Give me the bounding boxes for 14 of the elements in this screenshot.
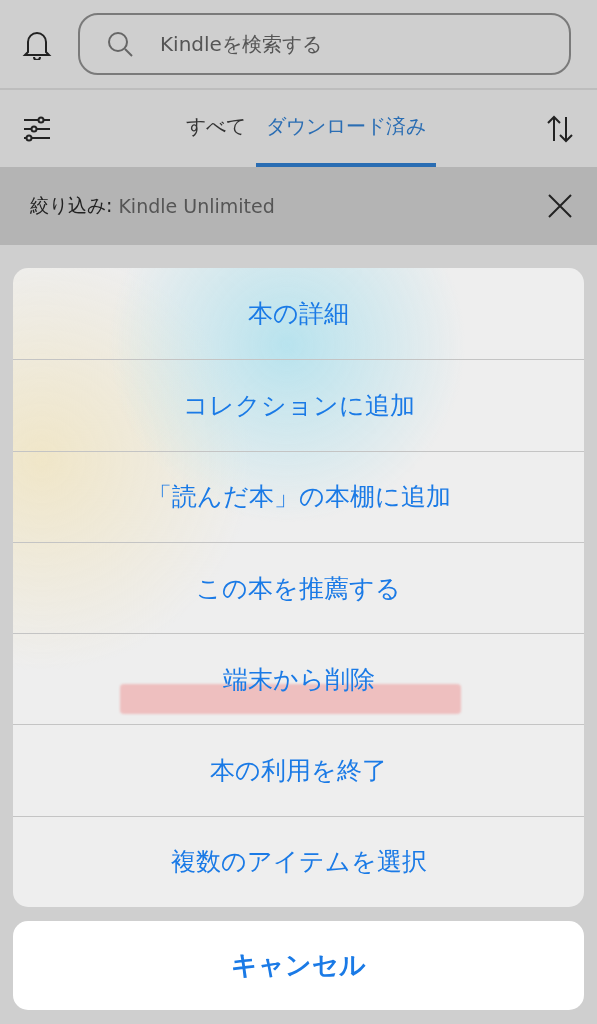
menu-item[interactable]: コレクションに追加 xyxy=(13,359,584,451)
menu-item[interactable]: 複数のアイテムを選択 xyxy=(13,815,584,908)
tab[interactable]: すべて xyxy=(175,90,256,167)
filter-label: 絞り込み: xyxy=(30,193,113,218)
menu-item[interactable]: 本の詳細 xyxy=(13,268,584,360)
filter-value: Kindle Unlimited xyxy=(118,195,276,217)
search-field[interactable]: Kindleを検索する xyxy=(78,13,571,75)
menu-item[interactable]: 端末から削除 xyxy=(13,633,584,725)
menu-item[interactable]: 本の利用を終了 xyxy=(13,724,584,816)
menu-item[interactable]: この本を推薦する xyxy=(13,541,584,634)
cancel-button[interactable]: キャンセル xyxy=(13,921,584,1011)
close-icon[interactable] xyxy=(547,193,573,219)
search-icon xyxy=(106,30,134,58)
menu-item[interactable]: 「読んだ本」の本棚に追加 xyxy=(13,450,584,542)
